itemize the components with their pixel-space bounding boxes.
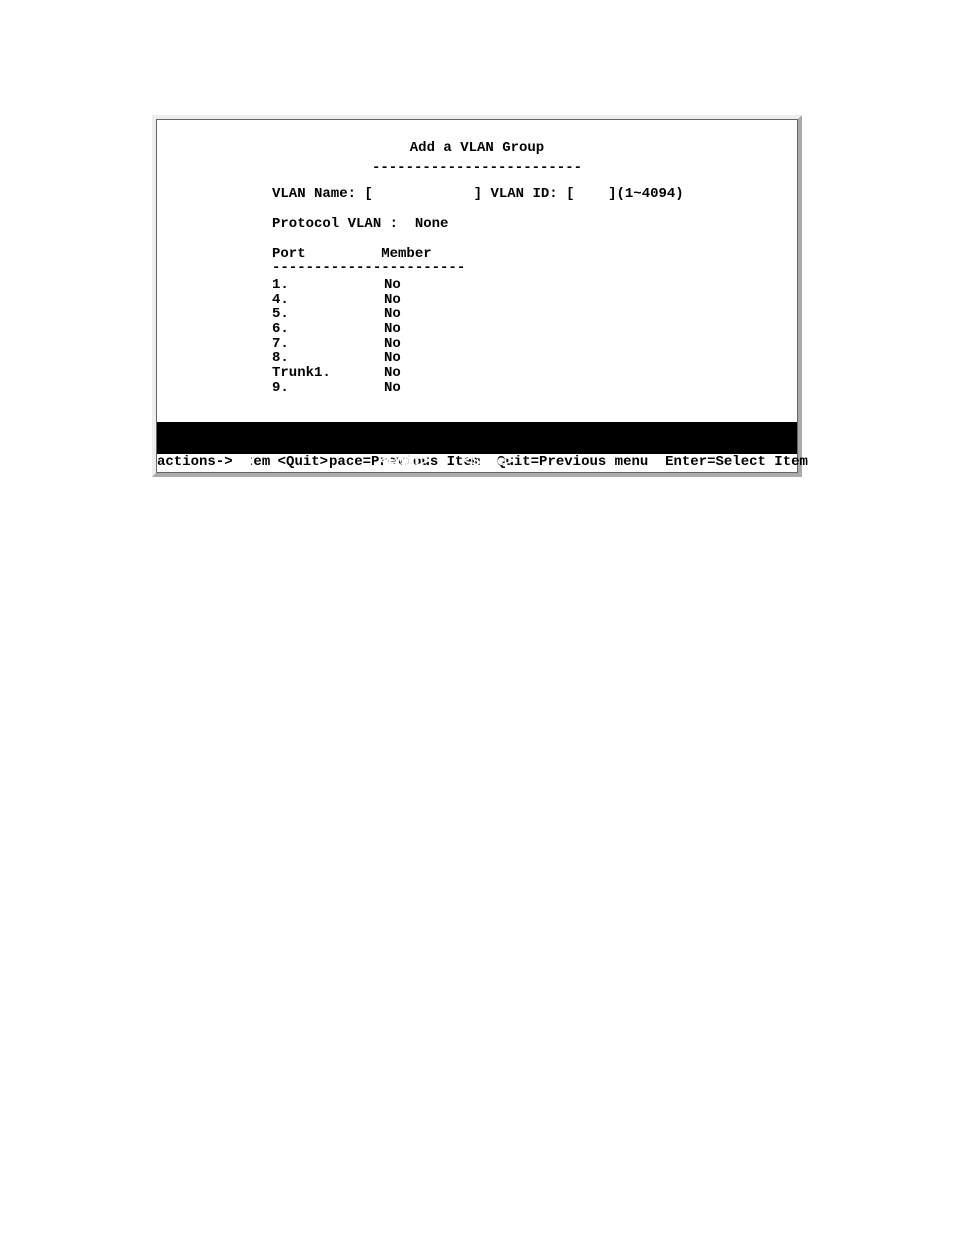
member-cell[interactable]: No <box>384 292 401 308</box>
protocol-label: Protocol VLAN : <box>272 216 415 232</box>
content-area: VLAN Name: [ ] VLAN ID: [ ](1~4094) Prot… <box>157 186 797 396</box>
edit-action[interactable]: <Edit> <box>379 454 429 470</box>
port-cell: 1. <box>272 278 384 293</box>
port-cell: 4. <box>272 293 384 308</box>
terminal-window: Add a VLAN Group -----------------------… <box>152 115 802 477</box>
port-cell: 9. <box>272 381 384 396</box>
port-row: 5.No <box>272 307 797 322</box>
protocol-value[interactable]: None <box>415 216 449 232</box>
action-hint: Select the Action menu. <box>157 502 797 518</box>
actions-bar: actions-> <Quit> <Edit> <Save> Select th… <box>157 422 797 454</box>
port-row: 4.No <box>272 293 797 308</box>
quit-action[interactable]: <Quit> <box>277 454 329 470</box>
port-cell: 6. <box>272 322 384 337</box>
vlan-id-range: (1~4094) <box>617 186 684 202</box>
page-title: Add a VLAN Group <box>410 140 544 156</box>
actions-label: actions-> <box>157 454 251 470</box>
vlan-name-close: ] <box>474 186 482 202</box>
port-row: 1.No <box>272 278 797 293</box>
vlan-name-input[interactable] <box>373 186 474 202</box>
title-block: Add a VLAN Group <box>157 140 797 156</box>
vlan-id-label: VLAN ID: [ <box>482 186 574 202</box>
action-line: actions-> <Quit> <Edit> <Save> <box>157 454 797 470</box>
vlan-id-close: ] <box>608 186 616 202</box>
port-list: 1.No 4.No 5.No 6.No 7.No 8.No Trunk1.No … <box>272 278 797 396</box>
member-cell[interactable]: No <box>384 321 401 337</box>
actions-area: actions-> <Quit> <Edit> <Save> Select th… <box>157 422 797 472</box>
port-row: 7.No <box>272 337 797 352</box>
vlan-name-label: VLAN Name: [ <box>272 186 373 202</box>
member-cell[interactable]: No <box>384 365 401 381</box>
port-cell: Trunk1. <box>272 366 384 381</box>
port-row: 6.No <box>272 322 797 337</box>
vlan-id-input[interactable] <box>574 186 608 202</box>
save-action[interactable]: <Save> <box>464 454 514 470</box>
port-cell: 5. <box>272 307 384 322</box>
member-cell[interactable]: No <box>384 336 401 352</box>
columns-underline: ----------------------- <box>272 260 797 276</box>
port-row: 9.No <box>272 381 797 396</box>
vlan-name-row: VLAN Name: [ ] VLAN ID: [ ](1~4094) <box>272 186 797 202</box>
port-cell: 8. <box>272 351 384 366</box>
terminal-screen: Add a VLAN Group -----------------------… <box>156 119 798 473</box>
port-row: Trunk1.No <box>272 366 797 381</box>
member-cell[interactable]: No <box>384 277 401 293</box>
member-cell[interactable]: No <box>384 380 401 396</box>
port-cell: 7. <box>272 337 384 352</box>
title-underline: ------------------------- <box>157 160 797 176</box>
protocol-row: Protocol VLAN : None <box>272 216 797 232</box>
member-cell[interactable]: No <box>384 306 401 322</box>
port-row: 8.No <box>272 351 797 366</box>
member-cell[interactable]: No <box>384 350 401 366</box>
